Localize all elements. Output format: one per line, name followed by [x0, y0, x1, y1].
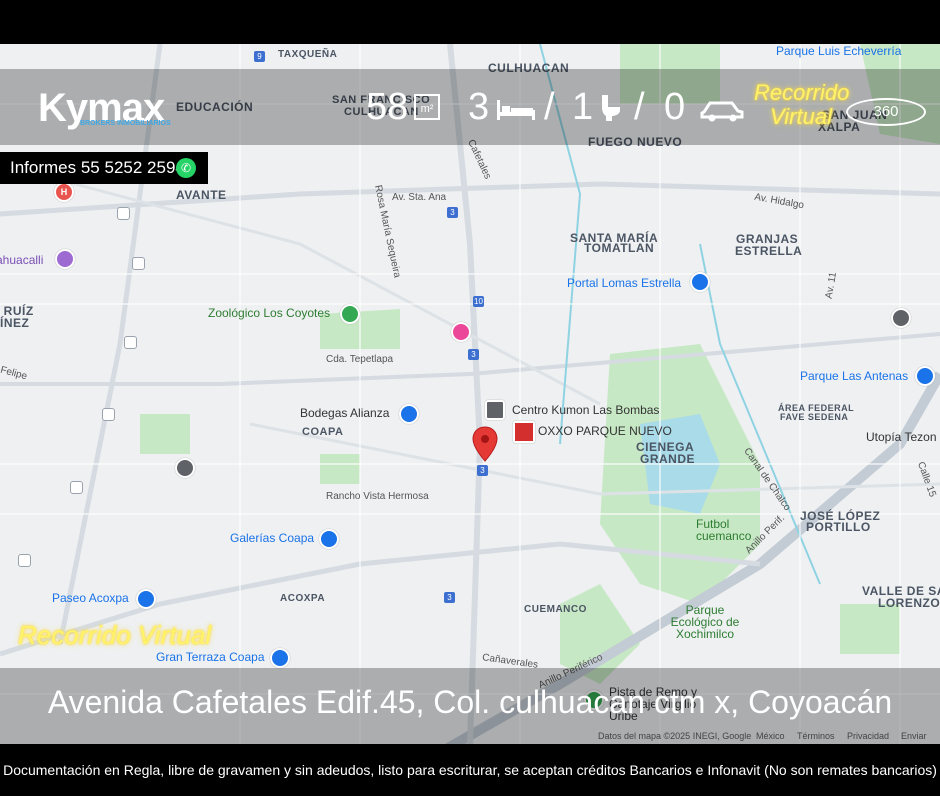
- map-privacy-link[interactable]: Privacidad: [847, 731, 889, 741]
- car-icon: [700, 101, 744, 122]
- disclaimer-bar: Documentación en Regla, libre de gravame…: [0, 744, 940, 788]
- location-pin-icon[interactable]: [472, 426, 498, 462]
- street-label: Cda. Tepetlapa: [326, 354, 394, 365]
- poi-label[interactable]: Zoológico Los Coyotes: [208, 306, 330, 320]
- three-sixty-label: 360: [873, 103, 899, 120]
- area-icon: m²: [414, 94, 440, 120]
- shopping-bag-icon[interactable]: [915, 366, 935, 386]
- neighborhood-label: TOMATLAN: [584, 241, 655, 255]
- route-shield: 3: [468, 349, 479, 360]
- separator: /: [634, 86, 645, 128]
- neighborhood-label: CUEMANCO: [524, 604, 587, 615]
- virtual-tour-link[interactable]: Virtual: [770, 104, 832, 130]
- shopping-bag-icon[interactable]: [136, 589, 156, 609]
- neighborhood-label: TAXQUEÑA: [278, 49, 338, 60]
- neighborhood-label: ÍNEZ: [0, 316, 30, 330]
- bed-icon: [497, 100, 535, 120]
- street-label: Av. Sta. Ana: [392, 192, 447, 203]
- museum-icon[interactable]: [55, 249, 75, 269]
- disclaimer-text: Documentación en Regla, libre de gravame…: [3, 762, 937, 778]
- poi-label[interactable]: Galerías Coapa: [230, 531, 314, 545]
- top-black-bar: [0, 0, 940, 44]
- neighborhood-label: AVANTE: [176, 188, 227, 202]
- route-shield: 3: [477, 465, 488, 476]
- poi-label[interactable]: Parque Ecológico de Xochimilco: [660, 604, 750, 640]
- property-address: Avenida Cafetales Edif.45, Col. culhuaca…: [47, 684, 893, 720]
- hotel-icon[interactable]: [451, 322, 471, 342]
- virtual-tour-banner[interactable]: Recorrido Virtual: [18, 620, 211, 651]
- hospital-icon[interactable]: H: [54, 182, 74, 202]
- whatsapp-icon[interactable]: ✆: [176, 158, 196, 178]
- brand-subtitle: BROKERS INMOBILIARIOS: [80, 120, 171, 127]
- contact-banner[interactable]: Informes 55 5252 2594 ✆: [0, 152, 208, 184]
- transit-stop-icon[interactable]: [117, 207, 130, 220]
- bathrooms-value: 1: [572, 86, 594, 128]
- shopping-bag-icon[interactable]: [399, 404, 419, 424]
- parking-value: 0: [664, 86, 686, 128]
- map-attribution: Datos del mapa ©2025 INEGI, Google: [598, 731, 752, 741]
- transit-stop-icon[interactable]: [102, 408, 115, 421]
- map-region[interactable]: México: [756, 731, 785, 741]
- bedrooms-value: 3: [468, 86, 490, 128]
- separator: /: [544, 86, 555, 128]
- route-shield: 9: [254, 51, 265, 62]
- poi-label[interactable]: Parque Las Antenas: [800, 369, 908, 383]
- route-shield: 10: [473, 296, 484, 307]
- contact-phone: Informes 55 5252 2594: [10, 158, 185, 177]
- poi-label[interactable]: Centro Kumon Las Bombas: [512, 403, 659, 417]
- neighborhood-label: LORENZO: [878, 596, 940, 610]
- school-icon[interactable]: [485, 400, 505, 420]
- poi-label[interactable]: ahuacalli: [0, 253, 43, 267]
- neighborhood-label: GRANDE: [640, 452, 696, 466]
- toilet-icon: [602, 95, 620, 121]
- poi-label[interactable]: Gran Terraza Coapa: [156, 650, 265, 664]
- transit-stop-icon[interactable]: [18, 554, 31, 567]
- school-icon[interactable]: [891, 308, 911, 328]
- area-unit: m²: [420, 103, 434, 115]
- transit-stop-icon[interactable]: [70, 481, 83, 494]
- area-value: 58: [366, 86, 409, 128]
- oxxo-store-icon[interactable]: [513, 421, 535, 443]
- route-shield: 3: [447, 207, 458, 218]
- neighborhood-label: ESTRELLA: [735, 244, 803, 258]
- transit-stop-icon[interactable]: [132, 257, 145, 270]
- poi-label[interactable]: OXXO PARQUE NUEVO: [538, 424, 672, 438]
- route-shield: 3: [444, 592, 455, 603]
- school-icon[interactable]: [175, 458, 195, 478]
- neighborhood-label: FAVE SEDENA: [780, 412, 849, 422]
- poi-label[interactable]: Parque Luis Echeverría: [776, 44, 901, 58]
- three-sixty-icon[interactable]: 360: [846, 98, 926, 126]
- paw-icon[interactable]: [340, 304, 360, 324]
- poi-label[interactable]: Utopía Tezon: [866, 430, 937, 444]
- shopping-bag-icon[interactable]: [690, 272, 710, 292]
- poi-label[interactable]: Futbol cuemanco: [696, 518, 756, 542]
- transit-stop-icon[interactable]: [124, 336, 137, 349]
- shopping-bag-icon[interactable]: [270, 648, 290, 668]
- street-label: Rancho Vista Hermosa: [326, 491, 429, 502]
- poi-label[interactable]: Bodegas Alianza: [300, 406, 389, 420]
- poi-label[interactable]: Paseo Acoxpa: [52, 591, 129, 605]
- neighborhood-label: PORTILLO: [806, 520, 871, 534]
- shopping-bag-icon[interactable]: [319, 529, 339, 549]
- neighborhood-label: ACOXPA: [280, 593, 326, 604]
- virtual-tour-link[interactable]: Recorrido: [754, 80, 849, 106]
- map-terms-link[interactable]: Términos: [797, 731, 835, 741]
- poi-label[interactable]: Portal Lomas Estrella: [567, 276, 681, 290]
- neighborhood-label: COAPA: [302, 426, 344, 438]
